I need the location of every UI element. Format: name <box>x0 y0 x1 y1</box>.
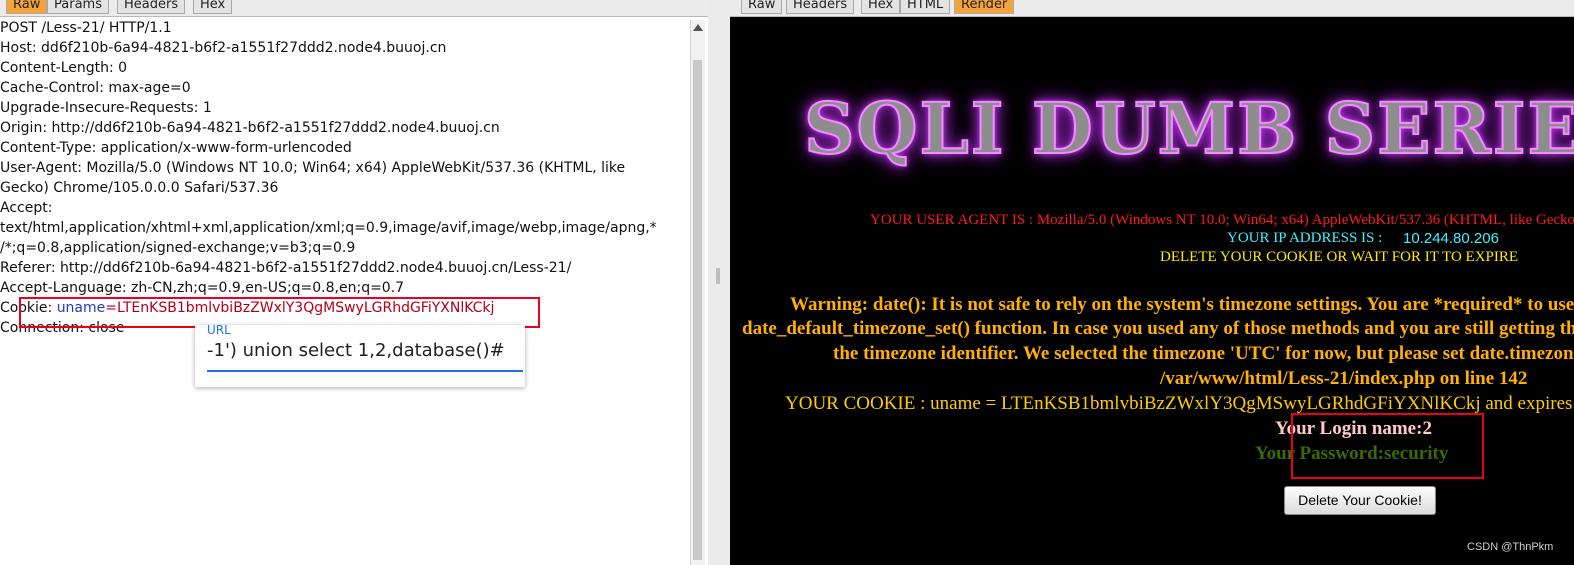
warning-line-1: Warning: date(): It is not safe to rely … <box>790 294 1574 315</box>
result-highlight-box <box>1291 413 1484 479</box>
tab-headers-request[interactable]: Headers <box>117 0 186 14</box>
ip-value: 10.244.80.206 <box>1403 230 1499 247</box>
url-label: URL <box>207 323 231 337</box>
header-content-length: Content-Length: 0 <box>0 60 128 76</box>
scroll-up-arrow-icon[interactable] <box>693 24 703 31</box>
tab-raw-response[interactable]: Raw <box>741 0 783 14</box>
ip-label: YOUR IP ADDRESS IS : <box>1227 230 1383 246</box>
header-accept-value-cont: /*;q=0.8,application/signed-exchange;v=b… <box>0 240 356 256</box>
url-input[interactable]: -1') union select 1,2,database()# <box>207 340 505 361</box>
user-agent-line: YOUR USER AGENT IS : Mozilla/5.0 (Window… <box>870 212 1574 228</box>
header-user-agent-cont: Gecko) Chrome/105.0.0.0 Safari/537.36 <box>0 180 279 196</box>
tab-render[interactable]: Render <box>954 0 1015 14</box>
tab-headers-response[interactable]: Headers <box>786 0 855 14</box>
request-tab-bar: Raw Params Headers Hex <box>0 0 708 17</box>
url-popup: URL -1') union select 1,2,database()# <box>195 323 525 387</box>
warning-line-4: /var/www/html/Less-21/index.php on line … <box>1160 368 1528 389</box>
tab-hex-response[interactable]: Hex <box>861 0 901 14</box>
header-content-type: Content-Type: application/x-www-form-url… <box>0 140 352 156</box>
cookie-highlight-box <box>19 297 540 328</box>
watermark: CSDN @ThnPkm <box>1467 541 1554 553</box>
scroll-thumb[interactable] <box>693 60 702 560</box>
response-tab-bar: Raw Headers Hex HTML Render <box>730 0 1574 17</box>
header-origin: Origin: http://dd6f210b-6a94-4821-b6f2-a… <box>0 120 500 136</box>
sqli-banner: SQLI DUMB SERIES-21 <box>803 86 1574 171</box>
split-handle-icon[interactable] <box>716 268 720 284</box>
response-pane: Raw Headers Hex HTML Render SQLI DUMB SE… <box>730 0 1574 565</box>
warning-line-3: the timezone identifier. We selected the… <box>833 343 1574 364</box>
header-upgrade-insecure: Upgrade-Insecure-Requests: 1 <box>0 100 212 116</box>
url-input-underline <box>207 370 523 372</box>
cookie-expire-notice: DELETE YOUR COOKIE OR WAIT FOR IT TO EXP… <box>1160 249 1519 265</box>
your-cookie-line: YOUR COOKIE : uname = LTEnKSB1bmlvbiBzZW… <box>785 393 1574 414</box>
header-accept-language: Accept-Language: zh-CN,zh;q=0.9,en-US;q=… <box>0 280 405 296</box>
header-referer: Referer: http://dd6f210b-6a94-4821-b6f2-… <box>0 260 572 276</box>
delete-cookie-button[interactable]: Delete Your Cookie! <box>1284 486 1436 515</box>
split-divider[interactable] <box>708 0 730 565</box>
tab-html[interactable]: HTML <box>900 0 951 14</box>
request-line: POST /Less-21/ HTTP/1.1 <box>0 20 172 36</box>
header-user-agent: User-Agent: Mozilla/5.0 (Windows NT 10.0… <box>0 160 626 176</box>
header-host: Host: dd6f210b-6a94-4821-b6f2-a1551f27dd… <box>0 40 447 56</box>
tab-hex-request[interactable]: Hex <box>193 0 233 14</box>
header-accept-value: text/html,application/xhtml+xml,applicat… <box>0 220 657 236</box>
request-editor[interactable]: POST /Less-21/ HTTP/1.1 Host: dd6f210b-6… <box>0 20 690 565</box>
header-accept: Accept: <box>0 200 53 216</box>
rendered-page: SQLI DUMB SERIES-21 YOUR USER AGENT IS :… <box>730 17 1574 565</box>
request-scrollbar[interactable] <box>690 20 705 565</box>
warning-line-2: date_default_timezone_set() function. In… <box>742 318 1574 339</box>
tab-raw-request[interactable]: Raw <box>6 0 48 14</box>
request-pane: Raw Params Headers Hex POST /Less-21/ HT… <box>0 0 708 565</box>
tab-params[interactable]: Params <box>47 0 109 14</box>
header-cache-control: Cache-Control: max-age=0 <box>0 80 191 96</box>
